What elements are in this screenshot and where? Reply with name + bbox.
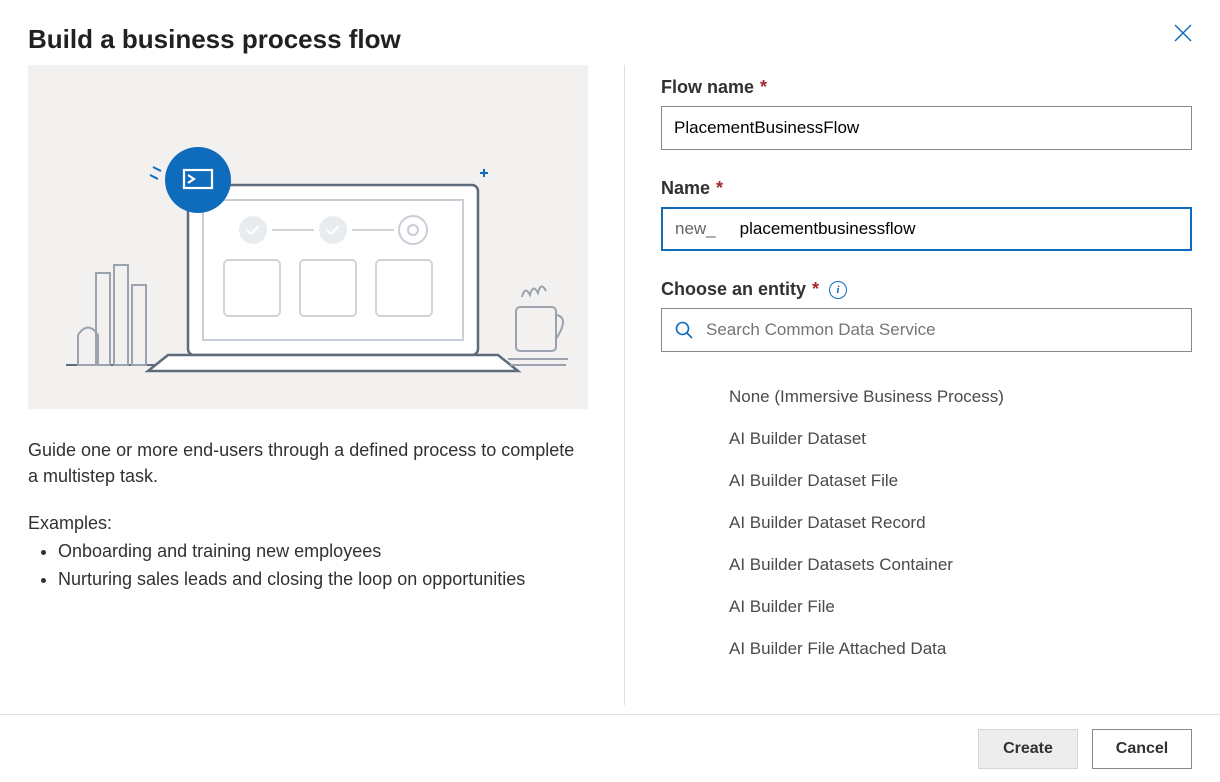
search-icon xyxy=(674,320,694,340)
description-text: Guide one or more end-users through a de… xyxy=(28,437,588,489)
name-label: Name xyxy=(661,178,710,199)
entity-option[interactable]: AI Builder Dataset File xyxy=(729,460,1192,502)
entity-option[interactable]: AI Builder Dataset xyxy=(729,418,1192,460)
create-button[interactable]: Create xyxy=(978,729,1078,769)
entity-option[interactable]: None (Immersive Business Process) xyxy=(729,376,1192,418)
name-prefix: new_ xyxy=(663,219,740,239)
examples-label: Examples: xyxy=(28,513,588,534)
entity-list: None (Immersive Business Process) AI Bui… xyxy=(661,376,1192,670)
required-star: * xyxy=(716,178,723,199)
flow-name-input[interactable] xyxy=(661,106,1192,150)
illustration xyxy=(28,65,588,409)
vertical-divider xyxy=(624,65,625,705)
cancel-button[interactable]: Cancel xyxy=(1092,729,1192,769)
examples-list: Onboarding and training new employees Nu… xyxy=(28,538,588,594)
info-icon[interactable]: i xyxy=(829,281,847,299)
entity-search-input[interactable] xyxy=(704,319,1179,341)
required-star: * xyxy=(760,77,767,98)
entity-option[interactable]: AI Builder Datasets Container xyxy=(729,544,1192,586)
example-item: Nurturing sales leads and closing the lo… xyxy=(58,566,588,594)
page-title: Build a business process flow xyxy=(28,24,401,55)
required-star: * xyxy=(812,279,819,300)
example-item: Onboarding and training new employees xyxy=(58,538,588,566)
entity-label: Choose an entity xyxy=(661,279,806,300)
entity-option[interactable]: AI Builder File xyxy=(729,586,1192,628)
name-input[interactable] xyxy=(740,209,1190,249)
close-icon[interactable] xyxy=(1174,24,1192,42)
entity-option[interactable]: AI Builder File Attached Data xyxy=(729,628,1192,670)
entity-option[interactable]: AI Builder Dataset Record xyxy=(729,502,1192,544)
flow-name-label: Flow name xyxy=(661,77,754,98)
